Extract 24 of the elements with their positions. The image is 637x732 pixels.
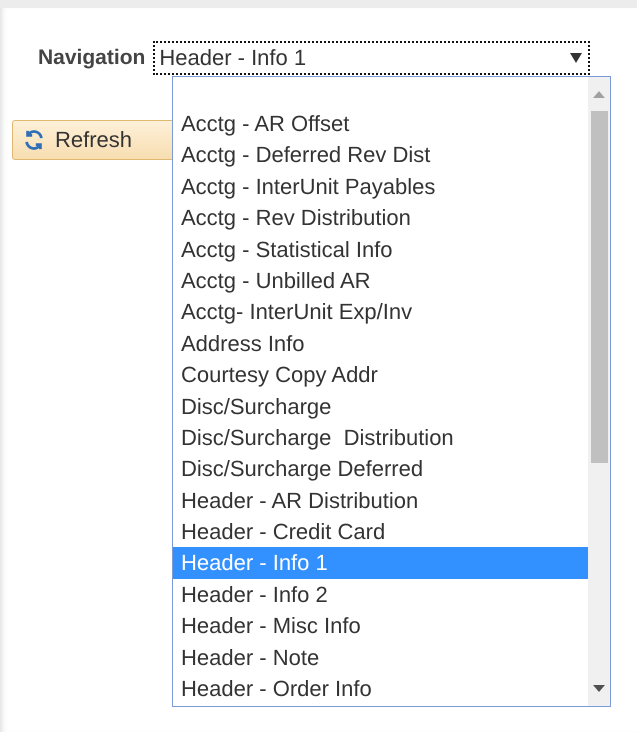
scroll-up-icon: [593, 91, 605, 98]
dropdown-option[interactable]: Acctg- InterUnit Exp/Inv: [173, 296, 588, 328]
dropdown-option[interactable]: Acctg - Unbilled AR: [173, 264, 588, 296]
dropdown-option[interactable]: Courtesy Copy Addr: [173, 359, 588, 391]
dropdown-option[interactable]: Header - Info 2: [173, 578, 588, 610]
scrollbar[interactable]: [588, 77, 610, 706]
dropdown-option[interactable]: Header - Order Info: [173, 673, 588, 704]
dropdown-option[interactable]: Acctg - Rev Distribution: [173, 202, 588, 234]
navigation-label: Navigation: [38, 46, 146, 70]
scrollbar-thumb[interactable]: [591, 111, 608, 463]
navigation-select[interactable]: Header - Info 1: [153, 41, 590, 75]
dropdown-option[interactable]: Disc/Surcharge Distribution: [173, 422, 588, 454]
dropdown-option[interactable]: Disc/Surcharge Deferred: [173, 453, 588, 485]
dropdown-option[interactable]: Acctg - Statistical Info: [173, 234, 588, 265]
dropdown-option[interactable]: Header - Credit Card: [173, 516, 588, 548]
dropdown-option[interactable]: Address Info: [173, 328, 588, 360]
dropdown-option[interactable]: Header - Misc Info: [173, 610, 588, 642]
scroll-down-icon: [593, 685, 605, 692]
caret-icon: [570, 53, 582, 63]
dropdown-option[interactable]: Acctg - InterUnit Payables: [173, 170, 588, 202]
dropdown-option[interactable]: Disc/Surcharge: [173, 390, 588, 422]
refresh-icon: [23, 129, 45, 151]
dropdown-option[interactable]: Header - Note: [173, 642, 588, 674]
dropdown-option[interactable]: Header - AR Distribution: [173, 484, 588, 516]
